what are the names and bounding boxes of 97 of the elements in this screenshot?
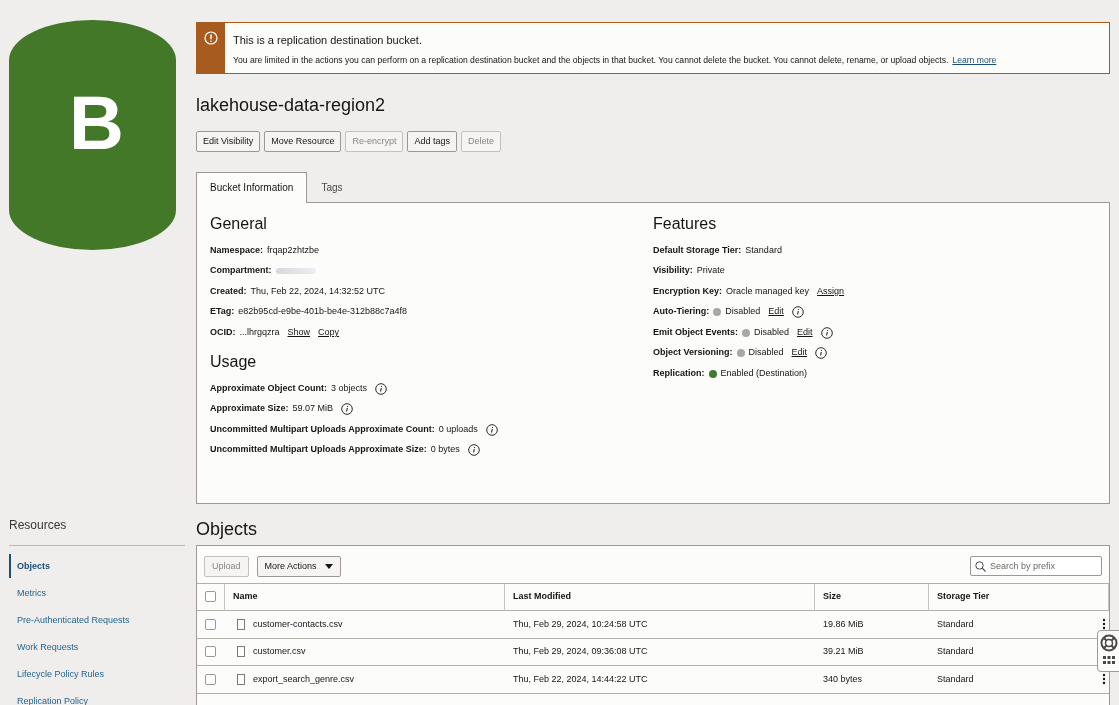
field-value: Disabled [748, 346, 784, 360]
field-label: Visibility: [653, 264, 693, 278]
table-cell-text: Standard [937, 672, 974, 686]
section-heading: General [210, 214, 268, 233]
file-icon [237, 646, 245, 658]
info-icon[interactable] [485, 423, 498, 436]
action-link[interactable]: Edit [797, 325, 813, 340]
field-label: Object Versioning: [653, 346, 733, 360]
field-label: Emit Object Events: [653, 325, 739, 339]
warning-icon [204, 31, 218, 45]
field-label: OCID: [210, 325, 236, 339]
table-cell-text: 19.86 MiB [823, 617, 864, 631]
field-value: e82b95cd-e9be-401b-be4e-312b88c7a4f8 [238, 305, 407, 319]
field-value: Oracle managed key [726, 284, 810, 298]
action-button[interactable]: Edit Visibility [196, 131, 261, 152]
search-icon [975, 561, 986, 573]
sidebar-link[interactable]: Lifecycle Policy Rules [9, 662, 185, 686]
action-button[interactable]: Move Resource [264, 131, 342, 152]
field-value: 0 uploads [438, 423, 478, 436]
info-icon[interactable] [467, 444, 480, 457]
kebab-menu-icon[interactable] [1102, 618, 1106, 631]
field-label: Encryption Key: [653, 284, 722, 298]
field-value: ...lhrgqzra [239, 325, 280, 339]
search-field[interactable]: Search by prefix [970, 556, 1102, 577]
section-heading: Objects [196, 519, 259, 538]
alert-message: You are limited in the actions you can perform on a replication destination bucket and the objects in that bucket. You cannot delete the bucket. You cannot delete, rename, or upload objects. [233, 53, 949, 67]
alert-title: This is a replication destination bucket. [233, 33, 423, 48]
select-all-checkbox[interactable] [205, 591, 216, 603]
field-value: Enabled (Destination) [720, 366, 808, 380]
info-icon[interactable] [820, 326, 833, 339]
column-header: Storage Tier [937, 590, 990, 604]
table-cell-text: Standard [937, 617, 974, 631]
info-icon[interactable] [375, 382, 388, 395]
sidebar-link[interactable]: Objects [9, 554, 185, 578]
info-icon[interactable] [815, 347, 828, 360]
field-value: 3 objects [331, 382, 368, 395]
section-heading: Features [653, 214, 718, 233]
column-header: Name [233, 590, 258, 604]
field-label: Auto-Tiering: [653, 305, 710, 319]
kebab-menu-icon[interactable] [1102, 673, 1106, 686]
sidebar-link[interactable]: Work Requests [9, 635, 185, 659]
lifebuoy-icon[interactable] [1100, 634, 1118, 652]
field-value: Thu, Feb 22, 2024, 14:32:52 UTC [250, 284, 386, 298]
field-label: Uncommitted Multipart Uploads Approximate Size: [210, 443, 427, 457]
column-header: Size [823, 590, 841, 604]
field-label: Replication: [653, 366, 705, 380]
learn-more-link[interactable]: Learn more [952, 53, 997, 67]
action-link[interactable]: Assign [817, 284, 845, 299]
field-value: 59.07 MiB [292, 402, 334, 416]
field-value: Standard [745, 243, 782, 257]
sidebar-link[interactable]: Metrics [9, 581, 185, 605]
grid-icon[interactable] [1103, 656, 1115, 664]
action-link[interactable]: Show [287, 325, 311, 340]
action-link[interactable]: Edit [768, 305, 784, 319]
row-checkbox[interactable] [205, 673, 216, 685]
action-link[interactable]: Copy [318, 325, 340, 340]
field-value: Disabled [754, 325, 790, 339]
info-icon[interactable] [791, 306, 804, 319]
table-cell-text: customer-contacts.csv [253, 617, 343, 631]
page-title: lakehouse-data-region2 [196, 96, 387, 114]
row-checkbox[interactable] [205, 618, 216, 630]
toolbar-button[interactable]: More Actions [256, 555, 341, 577]
field-label: Created: [210, 284, 247, 298]
table-cell: 39.21 MiB [823, 645, 864, 659]
table-cell: customer.csv [253, 645, 306, 659]
table-cell-text: Thu, Feb 22, 2024, 14:44:22 UTC [513, 672, 648, 686]
field-label: ETag: [210, 305, 235, 319]
sidebar-link[interactable]: Pre-Authenticated Requests [9, 608, 185, 632]
bucket-icon [9, 20, 176, 250]
tab[interactable]: Tags [307, 171, 357, 202]
field-label: Namespace: [210, 243, 264, 257]
tab[interactable]: Bucket Information [196, 171, 308, 203]
field-label: Default Storage Tier: [653, 243, 742, 257]
field-value: Disabled [725, 305, 761, 319]
table-cell: Standard [937, 645, 974, 659]
table-cell-text: 340 bytes [823, 672, 863, 686]
field-label: Approximate Object Count: [210, 382, 327, 395]
file-icon [237, 673, 245, 685]
info-icon[interactable] [341, 403, 354, 416]
field-value: Private [696, 264, 725, 278]
file-icon [237, 618, 245, 630]
table-cell: Thu, Feb 29, 2024, 09:36:08 UTC [513, 645, 648, 659]
field-label: Compartment: [210, 264, 272, 278]
row-checkbox[interactable] [205, 646, 216, 658]
table-cell-text: export_search_genre.csv [253, 672, 355, 686]
field-value: 0 bytes [430, 443, 460, 457]
section-heading: Usage [210, 352, 258, 371]
action-button[interactable]: Add tags [407, 131, 457, 152]
field-value: frqap2zhtzbe [267, 243, 320, 257]
field-label: Approximate Size: [210, 402, 289, 416]
resources-heading: Resources [9, 516, 185, 546]
bucket-letter: B [69, 85, 124, 161]
table-cell-text: Thu, Feb 29, 2024, 10:24:58 UTC [513, 617, 648, 631]
column-header: Last Modified [513, 590, 571, 604]
action-link[interactable]: Edit [791, 346, 808, 360]
field-label: Uncommitted Multipart Uploads Approximate Count: [210, 423, 435, 436]
sidebar-link[interactable]: Replication Policy [9, 689, 185, 705]
